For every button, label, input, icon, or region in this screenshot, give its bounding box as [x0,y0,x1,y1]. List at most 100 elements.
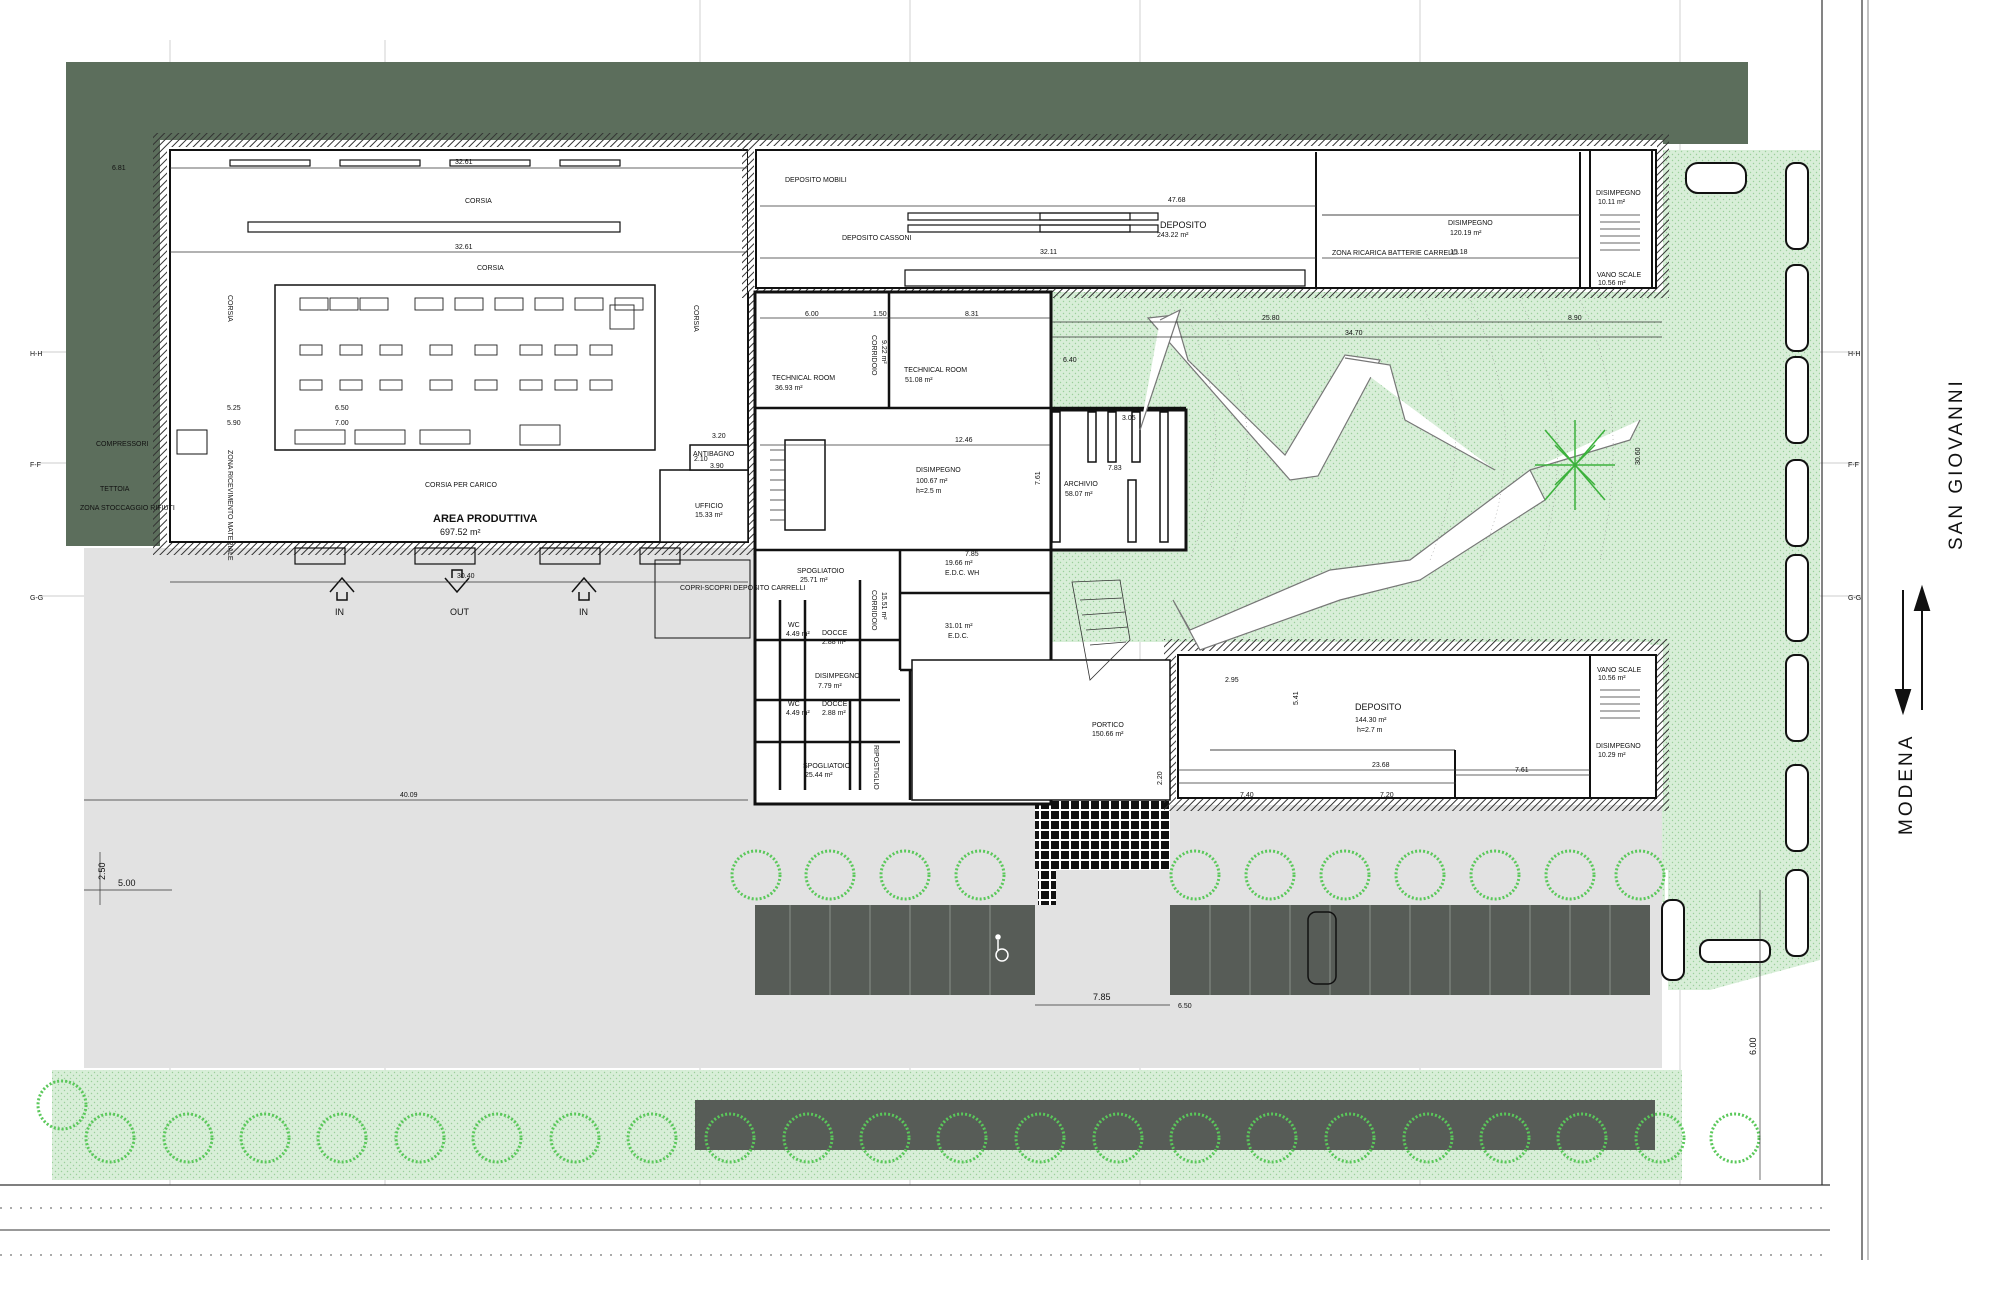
label-deposito-s-h: h=2.7 m [1357,727,1383,734]
parking-row-west [755,905,1035,995]
label-corsia-top: CORSIA [465,198,492,205]
label-spogliatoio-1-area: 25.71 m² [800,577,828,584]
label-edc-wh: E.D.C. WH [945,570,979,577]
dim-7-83: 7.83 [1108,465,1122,472]
section-mark-ff-west: F-F [30,462,41,469]
label-archivio: ARCHIVIO [1064,481,1098,488]
label-spogliatoio-1: SPOGLIATOIO [797,568,845,575]
dim-7-61-b: 7.61 [1035,471,1042,485]
floor-plan: H-H H-H F-F F-F G-G G-G SAN GIOVANNI MOD… [0,0,2000,1295]
label-ripostiglio: RIPOSTIGLIO [872,745,879,790]
dark-green-patch-w [66,62,162,546]
label-wc-2: WC [788,701,800,708]
label-wc-1: WC [788,622,800,629]
dim-6-50-b: 6.50 [1178,1003,1192,1010]
dim-5-00: 5.00 [118,878,136,888]
dim-7-85-b: 7.85 [965,551,979,558]
dim-3-90: 3.90 [710,463,724,470]
dim-5-41: 5.41 [1293,691,1300,705]
label-deposito-carrelli: COPRI-SCOPRI DEPOSITO CARRELLI [680,585,806,592]
dim-5-25: 5.25 [227,405,241,412]
label-corridoio-1-area: 9.22 m² [880,340,887,364]
dim-8-31: 8.31 [965,311,979,318]
label-corridoio-1: CORRIDOIO [870,335,877,376]
dim-3-20: 3.20 [712,433,726,440]
label-wc-2-area: 4.49 m² [786,710,810,717]
label-disimpegno-ne-area: 120.19 m² [1450,230,1482,237]
label-zona-ricevimento: ZONA RICEVIMENTO MATERIALE [226,450,233,561]
label-deposito-main: DEPOSITO [1160,220,1206,230]
label-tech-room-2: TECHNICAL ROOM [904,367,967,374]
dim-2-95: 2.95 [1225,677,1239,684]
dim-15-18: 15.18 [1450,249,1468,256]
deposit-south-inner [1177,654,1657,799]
dim-5-90: 5.90 [227,420,241,427]
dim-2-20: 2.20 [1157,771,1164,785]
label-disimpegno-c: DISIMPEGNO [916,467,961,474]
label-portico: PORTICO [1092,722,1124,729]
dim-2-10: 2.10 [694,456,708,463]
dim-7-61: 7.61 [1515,767,1529,774]
label-vano-scale-s-area: 10.56 m² [1598,675,1626,682]
street-san-giovanni: SAN GIOVANNI [1946,378,1967,550]
dim-6-50: 6.50 [335,405,349,412]
dim-30-40: 30.40 [457,573,475,580]
label-ufficio: UFFICIO [695,503,724,510]
portico-area [911,659,1171,801]
stair-tower-north [1589,149,1653,289]
dim-6-00-b: 6.00 [805,311,819,318]
label-disimpegno-ne: DISIMPEGNO [1448,220,1493,227]
dim-7-20: 7.20 [1380,792,1394,799]
section-mark-ff-east: F-F [1848,462,1859,469]
label-ufficio-area: 15.33 m² [695,512,723,519]
label-docce-2: DOCCE [822,701,848,708]
label-edc-wh-area: 19.66 m² [945,560,973,567]
label-docce-2-area: 2.88 m² [822,710,846,717]
section-mark-hh-west: H-H [30,351,42,358]
label-disimpegno-s-area: 7.79 m² [818,683,842,690]
label-edc: E.D.C. [948,633,969,640]
section-mark-hh-east: H-H [1848,351,1860,358]
label-corsia-carico: CORSIA PER CARICO [425,482,498,489]
label-door-in-1: IN [335,607,344,617]
label-corsia-right: CORSIA [692,305,699,332]
label-edc-area: 31.01 m² [945,623,973,630]
dim-1-50: 1.50 [873,311,887,318]
label-disimpegno-s2: DISIMPEGNO [1596,743,1641,750]
label-disimpegno-stair-area: 10.11 m² [1598,199,1626,206]
label-tech-room-1: TECHNICAL ROOM [772,375,835,382]
label-wc-1-area: 4.49 m² [786,631,810,638]
label-zona-stoccaggio: ZONA STOCCAGGIO RIFIUTI [80,505,175,512]
label-docce-1: DOCCE [822,630,848,637]
label-disimpegno-c-h: h=2.5 m [916,488,942,495]
dim-47-68: 47.68 [1168,197,1186,204]
label-deposito-mobili: DEPOSITO MOBILI [785,177,847,184]
dim-7-40: 7.40 [1240,792,1254,799]
dim-12-46: 12.46 [955,437,973,444]
label-archivio-area: 58.07 m² [1065,491,1093,498]
label-tettoia: TETTOIA [100,486,130,493]
label-tech-room-1-area: 36.93 m² [775,385,803,392]
dim-7-85: 7.85 [1093,992,1111,1002]
label-spogliatoio-2: SPOGLIATOIO [803,763,851,770]
dim-6-00: 6.00 [1748,1037,1758,1055]
label-vano-scale-n: VANO SCALE [1597,272,1642,279]
section-mark-gg-west: G-G [30,595,43,602]
label-area-produttiva: AREA PRODUTTIVA [433,513,538,525]
dim-8-90: 8.90 [1568,315,1582,322]
label-corsia-left: CORSIA [226,295,233,322]
label-door-in-2: IN [579,607,588,617]
road [0,1185,2000,1295]
label-portico-area: 150.66 m² [1092,731,1124,738]
dim-6-40: 6.40 [1063,357,1077,364]
label-disimpegno-c-area: 100.67 m² [916,478,948,485]
dim-6-81: 6.81 [112,165,126,172]
label-disimpegno-stair: DISIMPEGNO [1596,190,1641,197]
label-docce-1-area: 2.88 m² [822,639,846,646]
label-area-produttiva-area: 697.52 m² [440,527,481,537]
label-corridoio-2-area: 15.51 m² [880,592,887,620]
dim-34-70: 34.70 [1345,330,1363,337]
street-modena: MODENA [1896,734,1917,835]
dim-25-80: 25.80 [1262,315,1280,322]
dim-3-05: 3.05 [1122,415,1136,422]
